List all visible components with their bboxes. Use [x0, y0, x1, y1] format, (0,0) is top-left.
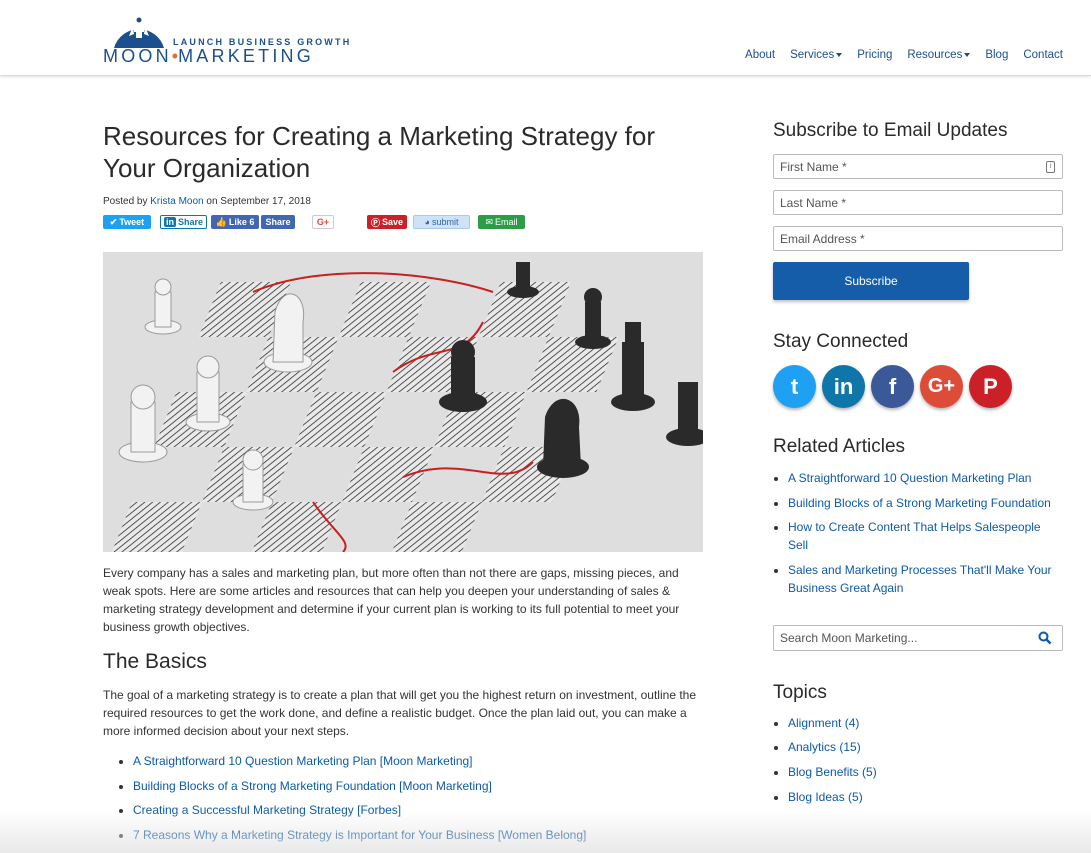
topic-link[interactable]: Alignment (4) — [788, 716, 859, 730]
twitter-icon: ✔ — [109, 216, 118, 227]
linkedin-share-label: Share — [177, 217, 203, 227]
related-link[interactable]: Sales and Marketing Processes That'll Ma… — [788, 563, 1052, 595]
article: Resources for Creating a Marketing Strat… — [103, 120, 703, 850]
topic-link[interactable]: Blog Benefits (5) — [788, 765, 877, 779]
pinterest-save-button[interactable]: Ⓟ Save — [367, 215, 407, 229]
chess-hero-image — [103, 252, 703, 552]
google-plus-icon[interactable]: G+ — [920, 365, 963, 408]
list-item: Blog Ideas (5) — [788, 788, 1063, 806]
linkedin-share-button[interactable]: in Share — [160, 215, 207, 229]
related-link[interactable]: Building Blocks of a Strong Marketing Fo… — [788, 496, 1051, 510]
related-articles-list: A Straightforward 10 Question Marketing … — [773, 469, 1063, 597]
intro-paragraph: Every company has a sales and marketing … — [103, 566, 680, 634]
logo-word-moon: MOON — [103, 46, 172, 66]
caret-down-icon — [836, 52, 843, 57]
nav-services[interactable]: Services — [790, 49, 843, 61]
first-name-field[interactable]: First Name * i — [773, 154, 1063, 179]
list-item: Analytics (15) — [788, 738, 1063, 756]
related-link[interactable]: A Straightforward 10 Question Marketing … — [788, 471, 1031, 485]
chessboard-illustration — [103, 252, 703, 552]
related-link[interactable]: How to Create Content That Helps Salespe… — [788, 520, 1041, 552]
autofill-icon: i — [1046, 161, 1055, 173]
list-item: A Straightforward 10 Question Marketing … — [133, 752, 703, 770]
tweet-label: Tweet — [119, 217, 145, 227]
email-label: Email — [495, 217, 518, 227]
subscribe-button[interactable]: Subscribe — [773, 262, 969, 300]
list-item: A Straightforward 10 Question Marketing … — [788, 469, 1063, 487]
byline: Posted by Krista Moon on September 17, 2… — [103, 196, 703, 207]
nav-resources[interactable]: Resources — [907, 49, 971, 61]
submit-label: submit — [431, 217, 459, 227]
search-input[interactable]: Search Moon Marketing... — [773, 624, 1063, 651]
list-item: Alignment (4) — [788, 714, 1063, 732]
search-placeholder: Search Moon Marketing... — [780, 630, 918, 645]
topic-link[interactable]: Analytics (15) — [788, 740, 861, 754]
nav-blog[interactable]: Blog — [985, 49, 1008, 61]
linkedin-icon[interactable]: in — [822, 365, 865, 408]
resource-link[interactable]: Building Blocks of a Strong Marketing Fo… — [133, 779, 492, 793]
topic-link[interactable]: Blog Ideas (5) — [788, 790, 863, 804]
caret-down-icon — [964, 52, 971, 57]
pinterest-icon[interactable]: P — [969, 365, 1012, 408]
stay-connected-heading: Stay Connected — [773, 331, 909, 352]
thumbs-up-icon: 👍 — [215, 216, 227, 227]
list-item: How to Create Content That Helps Salespe… — [788, 518, 1063, 554]
pinterest-icon: Ⓟ — [370, 217, 380, 228]
list-item: 7 Reasons Why a Marketing Strategy is Im… — [133, 826, 703, 844]
last-name-field[interactable]: Last Name * — [773, 190, 1063, 215]
reddit-icon: ◕ — [424, 217, 430, 227]
list-item: Building Blocks of a Strong Marketing Fo… — [133, 777, 703, 795]
sidebar: Subscribe to Email Updates First Name * … — [773, 120, 1063, 813]
list-item: Building Blocks of a Strong Marketing Fo… — [788, 494, 1063, 512]
email-field[interactable]: Email Address * — [773, 226, 1063, 251]
related-heading: Related Articles — [773, 436, 906, 457]
resource-link[interactable]: Creating a Successful Marketing Strategy… — [133, 803, 401, 817]
nav-about[interactable]: About — [745, 49, 775, 61]
resource-link-list: A Straightforward 10 Question Marketing … — [103, 752, 703, 844]
list-item: Sales and Marketing Processes That'll Ma… — [788, 561, 1063, 597]
facebook-share-button[interactable]: Share — [261, 215, 295, 229]
resource-link[interactable]: 7 Reasons Why a Marketing Strategy is Im… — [133, 828, 586, 842]
rocket-moon-icon — [114, 6, 164, 48]
list-item: Blog Benefits (5) — [788, 763, 1063, 781]
facebook-like-button[interactable]: 👍 Like 6 — [211, 215, 259, 229]
byline-prefix: Posted by — [103, 196, 148, 207]
main-nav: About Services Pricing Resources Blog Co… — [745, 49, 1063, 61]
section-paragraph: The goal of a marketing strategy is to c… — [103, 688, 697, 738]
nav-services-label: Services — [790, 49, 835, 61]
first-name-placeholder: First Name * — [780, 159, 847, 174]
search-icon[interactable] — [1038, 631, 1052, 645]
resource-link[interactable]: A Straightforward 10 Question Marketing … — [133, 754, 473, 768]
author-link[interactable]: Krista Moon — [150, 196, 203, 207]
nav-pricing[interactable]: Pricing — [857, 49, 892, 61]
section-heading: The Basics — [103, 650, 207, 673]
nav-contact[interactable]: Contact — [1023, 49, 1063, 61]
byline-date: on September 17, 2018 — [206, 196, 311, 207]
share-bar: ✔ Tweet in Share 👍 Like 6 Share G+ Ⓟ Save ◕ s… — [103, 215, 703, 231]
google-plus-button[interactable]: G+ — [312, 215, 334, 229]
envelope-icon: ✉ — [485, 216, 494, 227]
nav-resources-label: Resources — [907, 49, 963, 61]
subscribe-heading: Subscribe to Email Updates — [773, 120, 1008, 141]
site-header: LAUNCH BUSINESS GROWTH MOON•MARKETING Ab… — [0, 0, 1091, 76]
like-label: Like 6 — [228, 217, 255, 227]
social-links: t in f G+ P — [773, 365, 1063, 408]
tweet-button[interactable]: ✔ Tweet — [103, 215, 151, 229]
topics-list: Alignment (4) Analytics (15) Blog Benefi… — [773, 714, 1063, 806]
reddit-submit-button[interactable]: ◕ submit — [413, 215, 470, 229]
logo-wordmark: MOON•MARKETING — [103, 46, 314, 67]
list-item: Creating a Successful Marketing Strategy… — [133, 801, 703, 819]
article-title: Resources for Creating a Marketing Strat… — [103, 121, 656, 183]
topics-heading: Topics — [773, 681, 827, 703]
email-share-button[interactable]: ✉ Email — [478, 215, 525, 229]
linkedin-icon: in — [163, 217, 176, 227]
twitter-icon[interactable]: t — [773, 365, 816, 408]
logo-word-marketing: MARKETING — [178, 46, 314, 66]
save-label: Save — [381, 217, 404, 227]
facebook-icon[interactable]: f — [871, 365, 914, 408]
moon-marketing-logo[interactable]: LAUNCH BUSINESS GROWTH MOON•MARKETING — [103, 4, 349, 66]
